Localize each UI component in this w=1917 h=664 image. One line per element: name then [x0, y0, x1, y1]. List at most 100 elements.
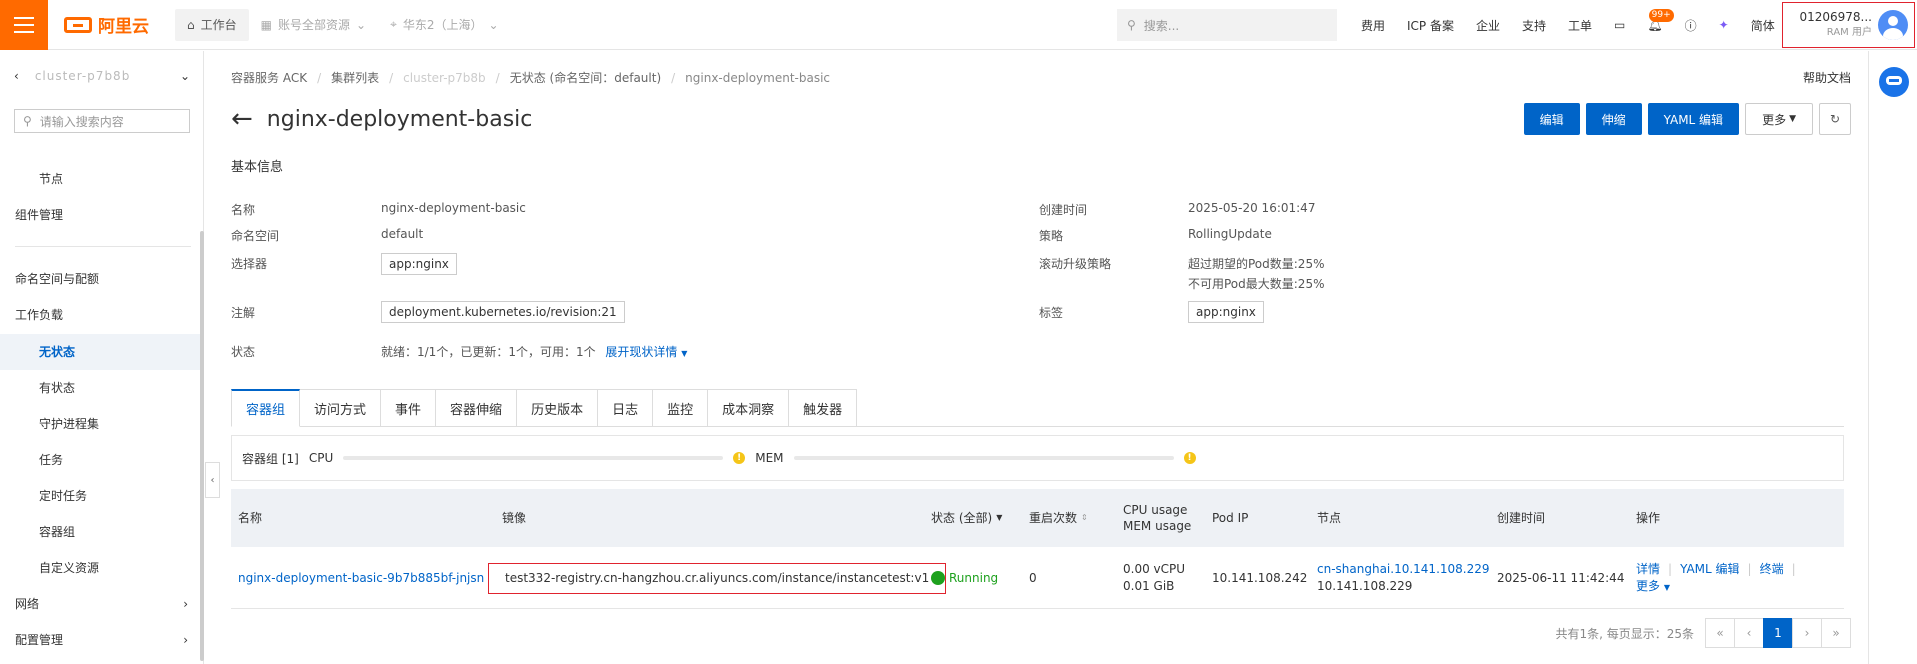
terminal-icon[interactable]: ▭ — [1603, 0, 1636, 50]
user-account-menu[interactable]: 01206978... RAM 用户 — [1782, 2, 1915, 48]
ai-assistant-icon[interactable]: ✦ — [1708, 0, 1740, 50]
sidebar-item-addons[interactable]: 组件管理 — [0, 197, 204, 233]
sidebar-divider — [15, 246, 191, 247]
help-icon[interactable]: ⓘ — [1674, 0, 1708, 50]
sidebar-item-statefulsets[interactable]: 有状态 — [0, 370, 204, 406]
pod-node-link[interactable]: cn-shanghai.10.141.108.229 — [1317, 561, 1490, 578]
rolling-label: 滚动升级策略 — [1039, 257, 1112, 271]
top-link-icp[interactable]: ICP 备案 — [1396, 0, 1465, 50]
tab-history[interactable]: 历史版本 — [517, 389, 599, 427]
chevron-down-icon: ⌄ — [488, 17, 499, 32]
col-name: 名称 — [238, 511, 263, 525]
region-dropdown[interactable]: ⌖ 华东2（上海） ⌄ — [378, 9, 510, 41]
sidebar-collapse-button[interactable]: ‹ — [205, 462, 220, 498]
tab-monitoring[interactable]: 监控 — [653, 389, 709, 427]
first-page-button[interactable]: « — [1705, 618, 1735, 648]
pagination: 共有1条, 每页显示：25条 « ‹ 1 › » — [1555, 618, 1851, 648]
refresh-button[interactable]: ↻ — [1819, 103, 1851, 135]
col-status-filter[interactable]: 状态 (全部) ▼ — [931, 489, 1002, 547]
breadcrumb-ack[interactable]: 容器服务 ACK — [231, 69, 307, 86]
next-page-button[interactable]: › — [1792, 618, 1822, 648]
yaml-edit-button[interactable]: YAML 编辑 — [1647, 103, 1740, 135]
account-resources-dropdown[interactable]: ▦ 账号全部资源 ⌄ — [249, 9, 378, 41]
top-link-ticket[interactable]: 工单 — [1557, 0, 1603, 50]
sidebar-item-daemonsets[interactable]: 守护进程集 — [0, 406, 204, 442]
ai-robot-icon[interactable] — [1879, 67, 1909, 97]
cluster-selector[interactable]: ‹ cluster-p7b8b ⌄ — [14, 69, 190, 83]
tab-autoscaling[interactable]: 容器伸缩 — [436, 389, 518, 427]
sidebar-item-network[interactable]: 网络 › — [0, 586, 204, 622]
col-usage: CPU usage MEM usage — [1123, 489, 1191, 547]
col-image: 镜像 — [502, 511, 527, 525]
language-switch[interactable]: 简体 — [1740, 0, 1786, 50]
help-doc-link[interactable]: 帮助文档 — [1803, 69, 1851, 86]
row-more-dropdown[interactable]: 更多 ▼ — [1636, 578, 1670, 596]
prev-page-button[interactable]: ‹ — [1734, 618, 1764, 648]
breadcrumb-deployments[interactable]: 无状态 (命名空间：default) — [510, 69, 661, 86]
sidebar-item-nodes[interactable]: 节点 — [0, 161, 204, 197]
page-button-1[interactable]: 1 — [1763, 618, 1793, 648]
tab-triggers[interactable]: 触发器 — [789, 389, 858, 427]
sidebar-scrollbar[interactable] — [200, 231, 204, 661]
sidebar-item-config[interactable]: 配置管理 › — [0, 622, 204, 658]
breadcrumb-separator: / — [495, 70, 500, 85]
tab-access[interactable]: 访问方式 — [300, 389, 382, 427]
back-arrow-icon[interactable]: ← — [231, 106, 253, 132]
breadcrumb-separator: / — [671, 70, 676, 85]
sidebar-item-label: 自定义资源 — [39, 561, 100, 575]
tab-events[interactable]: 事件 — [381, 389, 437, 427]
location-icon: ⌖ — [390, 17, 397, 31]
back-chevron-icon[interactable]: ‹ — [14, 69, 19, 83]
pod-image-cell: test332-registry.cn-hangzhou.cr.aliyuncs… — [488, 547, 947, 609]
account-resources-label: 账号全部资源 — [277, 18, 350, 32]
mem-warning-icon[interactable]: ! — [1183, 452, 1196, 464]
labels-tag: app:nginx — [1188, 301, 1264, 323]
top-link-support[interactable]: 支持 — [1511, 0, 1557, 50]
top-link-enterprise[interactable]: 企业 — [1465, 0, 1511, 50]
title-row: ← nginx-deployment-basic — [231, 106, 532, 132]
sidebar-search-input[interactable]: ⚲ 请输入搜索内容 — [14, 109, 190, 133]
col-restarts-sort[interactable]: 重启次数 ⇕ — [1029, 489, 1088, 547]
last-page-button[interactable]: » — [1821, 618, 1851, 648]
sidebar-item-pods[interactable]: 容器组 — [0, 514, 204, 550]
page-title: nginx-deployment-basic — [266, 106, 533, 132]
search-placeholder: 搜索... — [1143, 18, 1180, 33]
more-dropdown-button[interactable]: 更多 ▼ — [1745, 103, 1813, 135]
pods-table-header: 名称 镜像 状态 (全部) ▼ 重启次数 ⇕ CPU usage MEM usa… — [231, 489, 1844, 547]
sidebar-item-cronjobs[interactable]: 定时任务 — [0, 478, 204, 514]
top-link-billing[interactable]: 费用 — [1350, 0, 1396, 50]
pod-name-cell: nginx-deployment-basic-9b7b885bf-jnjsn — [238, 547, 484, 609]
avatar — [1878, 10, 1908, 40]
pod-name-link[interactable]: nginx-deployment-basic-9b7b885bf-jnjsn — [238, 570, 484, 587]
global-search-input[interactable]: ⚲ 搜索... — [1117, 9, 1337, 41]
sidebar-item-deployments[interactable]: 无状态 — [0, 334, 204, 370]
workbench-button[interactable]: ⌂ 工作台 — [175, 8, 249, 41]
scale-button[interactable]: 伸缩 — [1585, 103, 1642, 135]
expand-status-label: 展开现状详情 — [605, 345, 678, 359]
caret-down-icon: ▼ — [1789, 114, 1796, 124]
edit-button[interactable]: 编辑 — [1523, 103, 1580, 135]
cpu-warning-icon[interactable]: ! — [733, 452, 746, 464]
row-yaml-edit-link[interactable]: YAML 编辑 — [1680, 562, 1739, 576]
expand-status-link[interactable]: 展开现状详情 ▼ — [605, 345, 687, 359]
labels-label: 标签 — [1039, 306, 1064, 320]
search-icon: ⚲ — [1127, 18, 1136, 32]
sidebar-item-jobs[interactable]: 任务 — [0, 442, 204, 478]
terminal-link[interactable]: 终端 — [1760, 562, 1784, 576]
col-cpu-usage-label: CPU usage — [1123, 503, 1188, 517]
tab-pods[interactable]: 容器组 — [231, 389, 301, 427]
tab-cost[interactable]: 成本洞察 — [708, 389, 790, 427]
rolling-unavailable-value: 不可用Pod最大数量:25% — [1188, 277, 1325, 291]
sidebar-item-namespaces[interactable]: 命名空间与配额 — [0, 261, 204, 297]
breadcrumb-separator: / — [389, 70, 394, 85]
breadcrumb-cluster-list[interactable]: 集群列表 — [331, 69, 379, 86]
sidebar-item-workloads[interactable]: 工作负载 — [0, 297, 204, 333]
breadcrumb-cluster[interactable]: cluster-p7b8b — [403, 71, 486, 85]
tab-logs[interactable]: 日志 — [598, 389, 654, 427]
details-link[interactable]: 详情 — [1636, 562, 1660, 576]
notification-bell-icon[interactable]: 🔔︎ 99+ — [1636, 0, 1674, 50]
search-icon: ⚲ — [23, 114, 32, 128]
hamburger-menu-button[interactable] — [0, 0, 48, 50]
aliyun-logo[interactable]: 阿里云 — [64, 12, 149, 37]
sidebar-item-custom-resources[interactable]: 自定义资源 — [0, 550, 204, 586]
